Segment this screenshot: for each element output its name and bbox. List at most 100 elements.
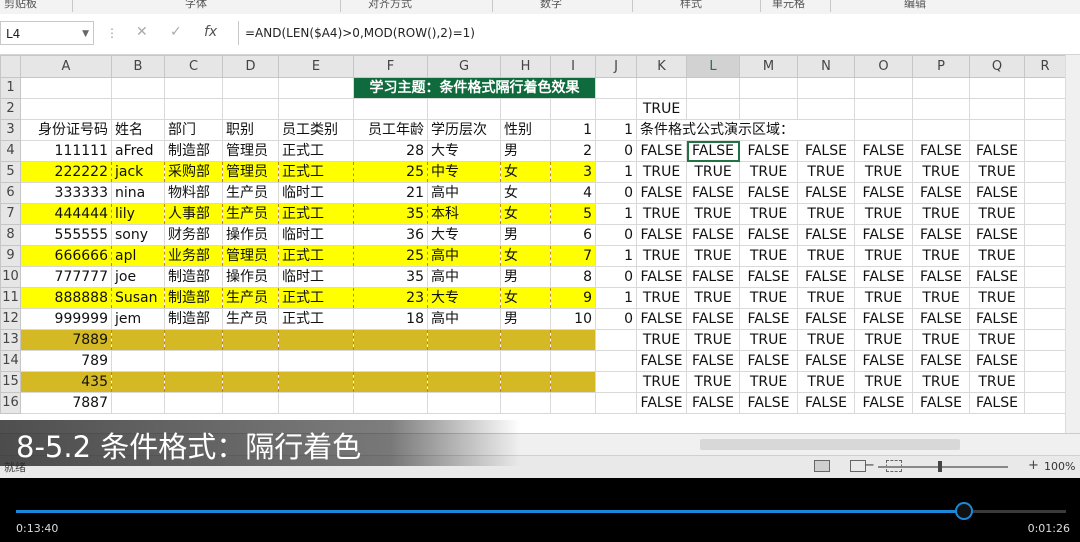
cell-k7[interactable]: TRUE: [636, 203, 687, 225]
row-header[interactable]: 15: [0, 371, 21, 393]
cell-d10[interactable]: 操作员: [222, 266, 279, 288]
cell-a16[interactable]: 7887: [20, 392, 112, 414]
cell-c10[interactable]: 制造部: [164, 266, 223, 288]
column-header-o[interactable]: O: [854, 55, 913, 78]
cell-a11[interactable]: 888888: [20, 287, 112, 309]
insert-function-icon[interactable]: fx: [204, 24, 217, 40]
cell-p13[interactable]: TRUE: [912, 329, 970, 351]
column-header-d[interactable]: D: [222, 55, 279, 78]
cell-o9[interactable]: TRUE: [854, 245, 913, 267]
cell-k14[interactable]: FALSE: [636, 350, 687, 372]
cell-i13[interactable]: [550, 329, 596, 351]
cell-j14[interactable]: [595, 350, 637, 372]
cell-c13[interactable]: [164, 329, 223, 351]
cell-e12[interactable]: 正式工: [278, 308, 354, 330]
cell-k10[interactable]: FALSE: [636, 266, 687, 288]
cell-f11[interactable]: 23: [353, 287, 428, 309]
cell-n5[interactable]: TRUE: [797, 161, 855, 183]
cell-o11[interactable]: TRUE: [854, 287, 913, 309]
cell-l15[interactable]: TRUE: [686, 371, 740, 393]
cell-e2[interactable]: [278, 98, 354, 120]
cell-o4[interactable]: FALSE: [854, 140, 913, 162]
cell-n12[interactable]: FALSE: [797, 308, 855, 330]
cell-g15[interactable]: [427, 371, 501, 393]
column-header-q[interactable]: Q: [969, 55, 1025, 78]
ribbon-group-alignment[interactable]: 对齐方式: [368, 0, 412, 11]
cell-l9[interactable]: TRUE: [686, 245, 740, 267]
row-header[interactable]: 8: [0, 224, 21, 246]
cell-q9[interactable]: TRUE: [969, 245, 1025, 267]
cell-o5[interactable]: TRUE: [854, 161, 913, 183]
enter-check-icon[interactable]: ✓: [170, 24, 182, 40]
cell-e8[interactable]: 临时工: [278, 224, 354, 246]
cell-q13[interactable]: TRUE: [969, 329, 1025, 351]
cell-c9[interactable]: 业务部: [164, 245, 223, 267]
cell-e16[interactable]: [278, 392, 354, 414]
zoom-in-icon[interactable]: +: [1028, 458, 1039, 473]
column-header-m[interactable]: M: [739, 55, 798, 78]
cell-p5[interactable]: TRUE: [912, 161, 970, 183]
cell-m13[interactable]: TRUE: [739, 329, 798, 351]
cell-m2[interactable]: [739, 98, 798, 120]
cell-e14[interactable]: [278, 350, 354, 372]
cell-j16[interactable]: [595, 392, 637, 414]
cell-i15[interactable]: [550, 371, 596, 393]
cell-q7[interactable]: TRUE: [969, 203, 1025, 225]
cell-a12[interactable]: 999999: [20, 308, 112, 330]
column-header-l[interactable]: L: [686, 55, 740, 78]
cell-b10[interactable]: joe: [111, 266, 165, 288]
cell-n13[interactable]: TRUE: [797, 329, 855, 351]
cell-a9[interactable]: 666666: [20, 245, 112, 267]
cell-h9[interactable]: 女: [500, 245, 551, 267]
column-header-r[interactable]: R: [1024, 55, 1066, 78]
cell-b15[interactable]: [111, 371, 165, 393]
cell-j6[interactable]: 0: [595, 182, 637, 204]
cell-o12[interactable]: FALSE: [854, 308, 913, 330]
cell-e7[interactable]: 正式工: [278, 203, 354, 225]
progress-knob[interactable]: [955, 502, 974, 520]
cell-d13[interactable]: [222, 329, 279, 351]
cell-p6[interactable]: FALSE: [912, 182, 970, 204]
row-header[interactable]: 11: [0, 287, 21, 309]
cell-r10[interactable]: [1024, 266, 1066, 288]
cell-m11[interactable]: TRUE: [739, 287, 798, 309]
cell-n8[interactable]: FALSE: [797, 224, 855, 246]
cell-o8[interactable]: FALSE: [854, 224, 913, 246]
cell-h14[interactable]: [500, 350, 551, 372]
cell-h6[interactable]: 女: [500, 182, 551, 204]
cell-q3[interactable]: [969, 119, 1025, 141]
cell-c4[interactable]: 制造部: [164, 140, 223, 162]
row-header[interactable]: 3: [0, 119, 21, 141]
cell-g12[interactable]: 高中: [427, 308, 501, 330]
cell-e6[interactable]: 临时工: [278, 182, 354, 204]
demo-area-label[interactable]: 条件格式公式演示区域：: [636, 119, 855, 141]
cell-p8[interactable]: FALSE: [912, 224, 970, 246]
cell-h12[interactable]: 男: [500, 308, 551, 330]
cell-l4[interactable]: FALSE: [686, 140, 740, 162]
cell-f5[interactable]: 25: [353, 161, 428, 183]
ribbon-group-cells[interactable]: 单元格: [772, 0, 805, 11]
cell-q10[interactable]: FALSE: [969, 266, 1025, 288]
cell-f3[interactable]: 员工年龄: [353, 119, 428, 141]
cell-d7[interactable]: 生产员: [222, 203, 279, 225]
cell-o14[interactable]: FALSE: [854, 350, 913, 372]
cell-q5[interactable]: TRUE: [969, 161, 1025, 183]
cell-h2[interactable]: [500, 98, 551, 120]
cell-k2[interactable]: TRUE: [636, 98, 687, 120]
cell-i3[interactable]: 1: [550, 119, 596, 141]
cell-c7[interactable]: 人事部: [164, 203, 223, 225]
cell-o15[interactable]: TRUE: [854, 371, 913, 393]
cell-c8[interactable]: 财务部: [164, 224, 223, 246]
cell-d16[interactable]: [222, 392, 279, 414]
cell-c2[interactable]: [164, 98, 223, 120]
cell-e10[interactable]: 临时工: [278, 266, 354, 288]
cell-e1[interactable]: [278, 77, 354, 99]
cell-k11[interactable]: TRUE: [636, 287, 687, 309]
cell-c16[interactable]: [164, 392, 223, 414]
zoom-slider-knob[interactable]: [938, 461, 942, 472]
cell-d4[interactable]: 管理员: [222, 140, 279, 162]
column-header-j[interactable]: J: [595, 55, 637, 78]
cell-d2[interactable]: [222, 98, 279, 120]
cell-o16[interactable]: FALSE: [854, 392, 913, 414]
cell-d11[interactable]: 生产员: [222, 287, 279, 309]
